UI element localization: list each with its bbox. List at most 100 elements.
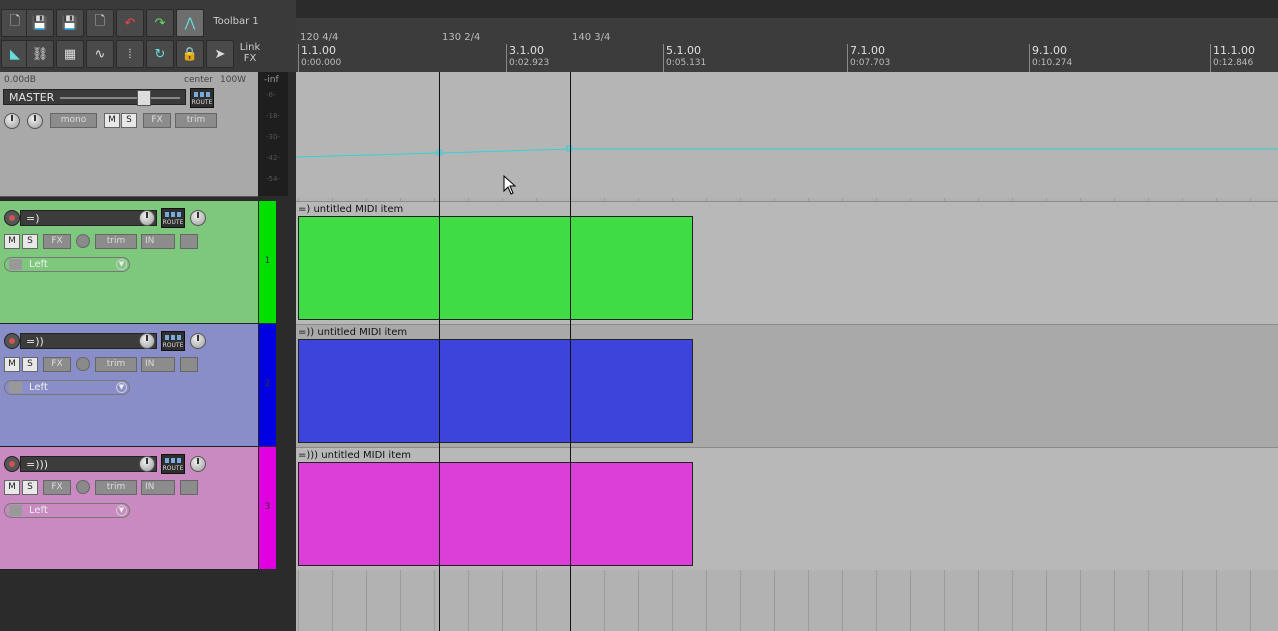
master-width-knob[interactable] bbox=[27, 113, 43, 129]
track-mute-label: M bbox=[8, 359, 16, 369]
midi-item[interactable] bbox=[298, 339, 693, 443]
phase-icon[interactable] bbox=[76, 480, 90, 494]
undo-icon[interactable]: ↶ bbox=[116, 9, 144, 37]
ruler-bar-label: 11.1.00 bbox=[1213, 44, 1255, 57]
snap-icon[interactable]: ⋀ bbox=[176, 9, 204, 37]
save-icon[interactable]: 💾 bbox=[26, 9, 54, 37]
master-solo-button[interactable]: S bbox=[121, 113, 137, 128]
chevron-down-icon: ▼ bbox=[116, 382, 127, 393]
track-name-field[interactable]: =)) bbox=[20, 333, 157, 349]
track-fx-button[interactable]: FX bbox=[43, 234, 71, 249]
track-fx-label: FX bbox=[51, 482, 63, 492]
arrange-view[interactable]: =) untitled MIDI item =)) untitled MIDI i… bbox=[296, 72, 1278, 631]
track-header[interactable]: =))) ROUTE M S FX trim IN Left ▼ bbox=[0, 447, 258, 570]
track-input-dropdown[interactable]: Left ▼ bbox=[4, 257, 130, 272]
ruler-time-label: 0:02.923 bbox=[509, 58, 550, 68]
track-mute-button[interactable]: M bbox=[4, 357, 20, 372]
tempo-marker[interactable]: 120 4/4 bbox=[300, 32, 338, 43]
track-solo-label: S bbox=[27, 236, 33, 246]
new-project-icon[interactable]: 🗋 bbox=[1, 9, 29, 37]
track-volume-knob[interactable] bbox=[139, 333, 155, 349]
track-number[interactable]: 2 bbox=[258, 324, 276, 446]
track-mute-button[interactable]: M bbox=[4, 234, 20, 249]
track-number[interactable]: 3 bbox=[258, 447, 276, 569]
track-trim-button[interactable]: trim bbox=[95, 234, 137, 249]
record-arm-icon[interactable] bbox=[4, 210, 20, 226]
phase-icon[interactable] bbox=[76, 234, 90, 248]
select-tool-icon[interactable]: ➤ bbox=[206, 40, 234, 68]
track-pan-knob[interactable] bbox=[190, 456, 206, 472]
lock-icon[interactable]: 🔒 bbox=[176, 40, 204, 68]
ruler-time-label: 0:10.274 bbox=[1032, 58, 1073, 68]
metronome-icon[interactable]: ◣ bbox=[1, 40, 29, 68]
link-fx-button[interactable]: Link FX bbox=[236, 42, 264, 64]
ruler-bar-line bbox=[1029, 44, 1030, 72]
track-input-dropdown[interactable]: Left ▼ bbox=[4, 380, 130, 395]
toolbar-label: Toolbar 1 bbox=[213, 16, 259, 27]
track-route-button[interactable]: ROUTE bbox=[161, 208, 185, 228]
track-fx-bypass-icon[interactable] bbox=[180, 234, 198, 249]
track-name-field[interactable]: =) bbox=[20, 210, 157, 226]
midi-item[interactable] bbox=[298, 216, 693, 320]
track-header[interactable]: =)) ROUTE M S FX trim IN Left ▼ bbox=[0, 324, 258, 447]
track-fx-bypass-icon[interactable] bbox=[180, 480, 198, 495]
track-volume-knob[interactable] bbox=[139, 210, 155, 226]
master-trim-button[interactable]: trim bbox=[175, 113, 217, 128]
track-route-button[interactable]: ROUTE bbox=[161, 454, 185, 474]
master-mute-button[interactable]: M bbox=[104, 113, 120, 128]
master-envelope[interactable] bbox=[296, 72, 1278, 198]
track-fx-button[interactable]: FX bbox=[43, 480, 71, 495]
master-pan-knob[interactable] bbox=[4, 113, 20, 129]
timeline-ruler[interactable]: 120 4/4 130 2/4 140 3/4 1.1.00 0:00.000 3.… bbox=[296, 18, 1278, 72]
track-mute-button[interactable]: M bbox=[4, 480, 20, 495]
envelope-line[interactable] bbox=[296, 148, 1278, 158]
phase-icon[interactable] bbox=[76, 357, 90, 371]
midi-item-title[interactable]: =) untitled MIDI item bbox=[298, 204, 403, 215]
project-settings-icon[interactable]: 🗋 bbox=[86, 9, 114, 37]
master-trim-label: trim bbox=[186, 115, 206, 125]
ruler-bar-line bbox=[298, 44, 299, 72]
save-as-icon[interactable]: 💾 bbox=[56, 9, 84, 37]
ruler-bar-line bbox=[847, 44, 848, 72]
track-solo-button[interactable]: S bbox=[22, 480, 38, 495]
track-solo-button[interactable]: S bbox=[22, 357, 38, 372]
track-fx-button[interactable]: FX bbox=[43, 357, 71, 372]
master-volume-slider[interactable] bbox=[137, 90, 151, 106]
track-route-button[interactable]: ROUTE bbox=[161, 331, 185, 351]
master-width-readout: 100W bbox=[220, 75, 247, 85]
track-trim-button[interactable]: trim bbox=[95, 480, 137, 495]
grid-lines-icon[interactable]: ⦙ bbox=[116, 40, 144, 68]
ripple-icon[interactable]: ⛓ bbox=[26, 40, 54, 68]
track-input-dropdown[interactable]: Left ▼ bbox=[4, 503, 130, 518]
master-fx-button[interactable]: FX bbox=[143, 113, 171, 128]
track-pan-knob[interactable] bbox=[190, 210, 206, 226]
record-arm-icon[interactable] bbox=[4, 333, 20, 349]
master-meter: -inf -6- -18- -30- -42- -54- bbox=[258, 72, 288, 196]
track-pan-knob[interactable] bbox=[190, 333, 206, 349]
loop-icon[interactable]: ↻ bbox=[146, 40, 174, 68]
track-input-monitor-button[interactable]: IN bbox=[141, 234, 175, 249]
track-trim-button[interactable]: trim bbox=[95, 357, 137, 372]
redo-icon[interactable]: ↷ bbox=[146, 9, 174, 37]
track-header[interactable]: =) ROUTE M S FX trim IN Left ▼ bbox=[0, 201, 258, 324]
master-route-label: ROUTE bbox=[191, 99, 213, 106]
midi-item-title[interactable]: =))) untitled MIDI item bbox=[298, 450, 411, 461]
track-fx-bypass-icon[interactable] bbox=[180, 357, 198, 372]
track-volume-knob[interactable] bbox=[139, 456, 155, 472]
midi-item[interactable] bbox=[298, 462, 693, 566]
track-solo-button[interactable]: S bbox=[22, 234, 38, 249]
track-input-monitor-button[interactable]: IN bbox=[141, 357, 175, 372]
tempo-marker[interactable]: 130 2/4 bbox=[442, 32, 480, 43]
tempo-marker[interactable]: 140 3/4 bbox=[572, 32, 610, 43]
chevron-down-icon: ▼ bbox=[116, 505, 127, 516]
midi-item-title[interactable]: =)) untitled MIDI item bbox=[298, 327, 407, 338]
master-route-button[interactable]: ROUTE bbox=[190, 88, 214, 108]
master-mono-button[interactable]: mono bbox=[50, 113, 97, 128]
track-name-field[interactable]: =))) bbox=[20, 456, 157, 472]
grid-icon[interactable]: ▦ bbox=[56, 40, 84, 68]
track-input-monitor-button[interactable]: IN bbox=[141, 480, 175, 495]
track-in-label: IN bbox=[145, 482, 155, 492]
track-number[interactable]: 1 bbox=[258, 201, 276, 323]
envelope-icon[interactable]: ∿ bbox=[86, 40, 114, 68]
record-arm-icon[interactable] bbox=[4, 456, 20, 472]
